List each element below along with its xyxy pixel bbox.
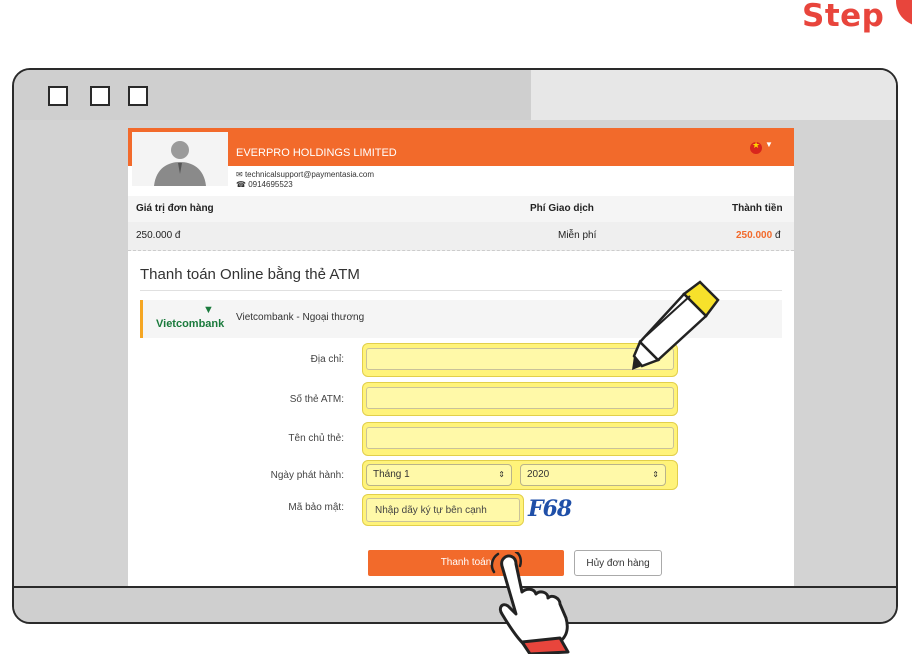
phone-icon: ☎	[236, 180, 246, 189]
captcha-image: F68	[528, 496, 572, 522]
window-button-1[interactable]	[48, 86, 68, 106]
merchant-phone-row: ☎ 0914695523	[236, 180, 293, 189]
total-amount: 250.000	[736, 230, 773, 241]
form-title: Thanh toán Online bằng thẻ ATM	[140, 266, 360, 283]
browser-window: EVERPRO HOLDINGS LIMITED ★ ▼ ✉ technical…	[12, 68, 898, 624]
cardholder-input[interactable]	[366, 427, 674, 449]
step-number-badge	[896, 0, 912, 26]
year-select[interactable]: 2020 ⇕	[520, 464, 666, 486]
step-heading: Step	[802, 0, 885, 34]
bank-logo: Vietcombank	[156, 318, 225, 330]
merchant-phone: 0914695523	[248, 180, 293, 189]
order-table-header	[128, 196, 794, 222]
order-value-header: Giá trị đơn hàng	[136, 203, 214, 214]
issue-date-label: Ngày phát hành:	[270, 470, 344, 481]
total-value-row: 250.000 đ	[736, 230, 781, 241]
pointing-hand-icon	[490, 552, 570, 654]
browser-tab-area	[531, 70, 896, 120]
window-button-3[interactable]	[128, 86, 148, 106]
security-code-input[interactable]: Nhập dãy ký tự bên cạnh	[366, 498, 520, 522]
vietcombank-shield-icon: ▼	[203, 304, 214, 316]
order-value: 250.000 đ	[136, 230, 181, 241]
card-number-label: Số thẻ ATM:	[289, 394, 344, 405]
highlighter-pen-icon	[632, 280, 720, 370]
bank-name: Vietcombank - Ngoại thương	[236, 312, 365, 323]
security-code-label: Mã bảo mật:	[288, 502, 344, 513]
select-arrow-icon: ⇕	[498, 470, 505, 479]
year-value: 2020	[527, 469, 550, 480]
order-table-row	[128, 222, 794, 251]
flag-star-icon: ★	[752, 140, 761, 150]
browser-bottom-bar	[14, 586, 896, 622]
month-select[interactable]: Tháng 1 ⇕	[366, 464, 512, 486]
dropdown-caret-icon[interactable]: ▼	[765, 140, 773, 149]
card-number-input[interactable]	[366, 387, 674, 409]
month-value: Tháng 1	[373, 469, 410, 480]
window-button-2[interactable]	[90, 86, 110, 106]
merchant-avatar	[132, 132, 228, 186]
merchant-email-row: ✉ technicalsupport@paymentasia.com	[236, 170, 374, 179]
merchant-email: technicalsupport@paymentasia.com	[244, 170, 375, 179]
merchant-name: EVERPRO HOLDINGS LIMITED	[236, 147, 397, 159]
email-icon: ✉	[236, 170, 243, 179]
total-header: Thành tiền	[732, 203, 783, 214]
fee-header: Phí Giao dịch	[530, 203, 594, 214]
cardholder-label: Tên chủ thẻ:	[288, 433, 344, 444]
select-arrow-icon: ⇕	[652, 470, 659, 479]
address-label: Địa chỉ:	[310, 354, 344, 365]
total-currency: đ	[774, 230, 781, 241]
fee-value: Miễn phí	[558, 230, 597, 241]
